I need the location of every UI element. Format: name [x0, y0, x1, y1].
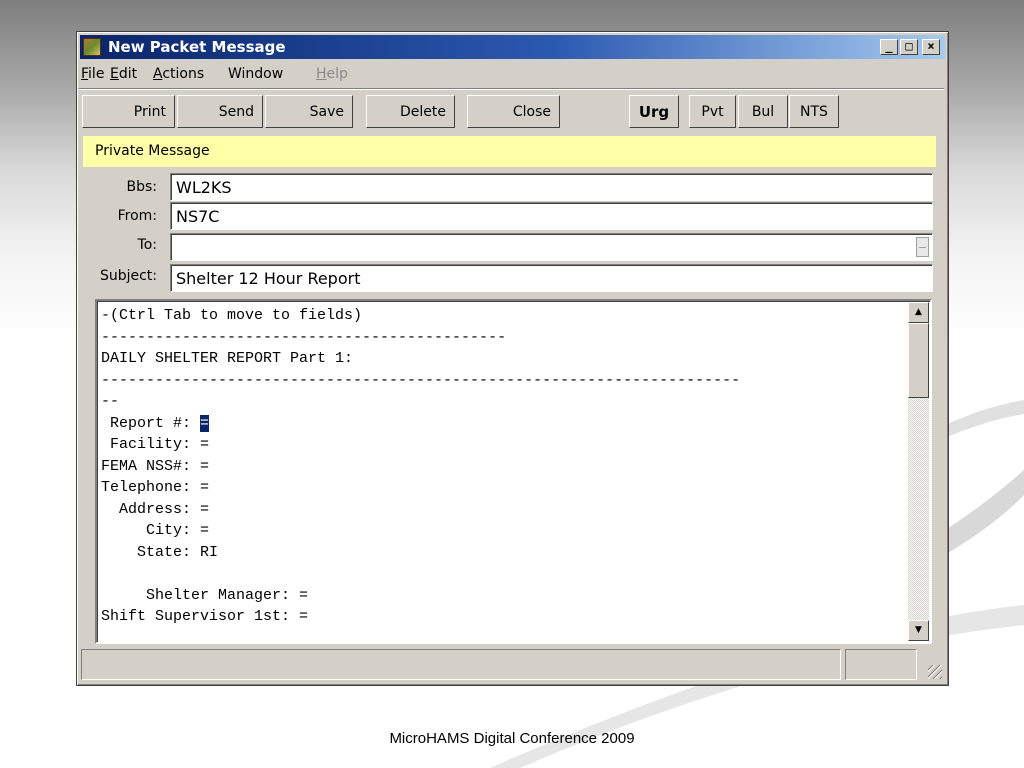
body-line: Shelter Manager: = — [101, 586, 309, 604]
resize-grip-icon[interactable] — [928, 665, 942, 679]
from-field[interactable]: NS7C — [170, 202, 933, 230]
body-line: Address: = — [101, 500, 210, 518]
body-scrollbar[interactable]: ▲ ▼ — [908, 302, 929, 641]
body-line: Telephone: = — [101, 479, 210, 496]
body-line: Shift Supervisor 1st: = — [101, 608, 309, 625]
body-line: City: = — [101, 522, 210, 539]
body-line: Facility: = — [101, 436, 210, 453]
body-line: FEMA NSS#: = — [101, 457, 210, 475]
status-pane-secondary — [845, 649, 917, 680]
body-line: Report #: = — [101, 414, 210, 432]
packet-message-window: New Packet Message _ □ × File Edit Actions… — [76, 31, 949, 686]
message-type-label: Private Message — [95, 143, 210, 159]
menu-accelerator: A — [153, 66, 163, 82]
status-bar — [81, 649, 944, 682]
from-label: From: — [117, 208, 157, 224]
message-body-text[interactable]: -(Ctrl Tab to move to fields) -----------… — [101, 305, 906, 639]
body-line: -(Ctrl Tab to move to fields) — [101, 307, 363, 324]
body-line — [101, 563, 906, 585]
to-field[interactable] — [170, 233, 933, 261]
nts-toggle[interactable]: NTS — [789, 95, 839, 128]
to-label: To: — [137, 237, 157, 253]
scroll-down-icon[interactable]: ▼ — [908, 620, 929, 641]
selected-text[interactable]: = — [200, 414, 210, 432]
menu-accelerator: E — [110, 66, 119, 82]
print-button[interactable]: Print — [82, 95, 175, 128]
app-icon[interactable] — [83, 38, 101, 56]
minimize-button[interactable]: _ — [880, 39, 898, 55]
body-line: State: RI — [101, 543, 219, 561]
title-bar[interactable]: New Packet Message _ □ × — [80, 35, 945, 59]
send-button[interactable]: Send — [177, 95, 263, 128]
save-button[interactable]: Save — [265, 95, 353, 128]
menu-separator — [79, 88, 944, 90]
status-pane-main — [81, 649, 841, 680]
menu-accelerator: H — [316, 66, 327, 82]
scroll-thumb[interactable] — [908, 323, 929, 398]
body-line: ----------------------------------------… — [101, 328, 507, 346]
message-body-editor[interactable]: -(Ctrl Tab to move to fields) -----------… — [95, 299, 932, 644]
menu-help[interactable]: Help — [316, 66, 348, 82]
close-window-button[interactable]: × — [922, 39, 940, 55]
menu-accelerator: F — [81, 66, 89, 82]
menu-edit[interactable]: Edit — [110, 66, 137, 82]
menu-file[interactable]: File — [81, 66, 104, 82]
bbs-label: Bbs: — [126, 179, 157, 195]
close-button[interactable]: Close — [467, 95, 560, 128]
delete-button[interactable]: Delete — [366, 95, 455, 128]
subject-field[interactable]: Shelter 12 Hour Report — [170, 264, 933, 292]
private-toggle[interactable]: Pvt — [689, 95, 736, 128]
scroll-up-icon[interactable]: ▲ — [908, 302, 929, 323]
bulletin-toggle[interactable]: Bul — [738, 95, 788, 128]
menu-window[interactable]: Window — [228, 66, 283, 82]
bbs-field[interactable]: WL2KS — [170, 173, 933, 201]
subject-label: Subject: — [99, 268, 157, 284]
body-line: -- — [101, 393, 120, 410]
window-title: New Packet Message — [108, 38, 286, 56]
slide-footer: MicroHAMS Digital Conference 2009 — [389, 730, 635, 747]
urgent-toggle[interactable]: Urg — [629, 95, 679, 128]
to-spinner[interactable] — [916, 237, 929, 257]
body-line: ----------------------------------------… — [101, 371, 741, 389]
body-line: DAILY SHELTER REPORT Part 1: — [101, 350, 354, 367]
maximize-button[interactable]: □ — [900, 39, 918, 55]
menu-actions[interactable]: Actions — [153, 66, 204, 82]
message-type-banner: Private Message — [83, 136, 936, 167]
